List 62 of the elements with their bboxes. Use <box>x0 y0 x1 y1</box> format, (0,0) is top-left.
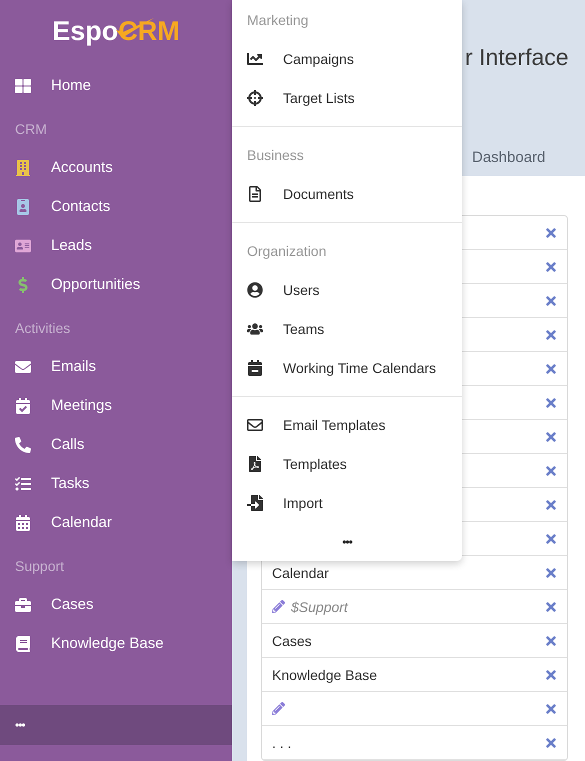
row-label: Knowledge Base <box>272 666 378 682</box>
menu-item[interactable]: Email Templates <box>232 405 462 444</box>
sidebar-item[interactable]: Contacts <box>0 187 232 226</box>
remove-button[interactable] <box>544 328 558 342</box>
menu-section-header: Business <box>246 146 305 164</box>
sidebar-item[interactable]: Leads <box>0 226 232 265</box>
menu-item[interactable]: Documents <box>232 174 462 213</box>
more-button[interactable]: ••• <box>15 718 25 732</box>
sidebar-item[interactable]: Calendar <box>0 503 232 542</box>
sidebar-item[interactable]: Knowledge Base <box>0 624 232 663</box>
menu-item[interactable]: Target Lists <box>232 78 462 117</box>
users-icon <box>247 320 263 336</box>
sidebar-section-header: Support <box>14 556 66 576</box>
menu-item[interactable]: Import <box>232 483 462 522</box>
remove-button[interactable] <box>544 260 558 274</box>
document-icon <box>247 186 263 202</box>
remove-button[interactable] <box>544 294 558 308</box>
crosshair-icon <box>247 90 263 106</box>
sidebar-item[interactable]: Meetings <box>0 386 232 425</box>
remove-button[interactable] <box>544 634 558 648</box>
pencil-icon[interactable] <box>272 702 285 715</box>
more-button[interactable]: ••• <box>232 522 462 561</box>
menu-item[interactable]: Working Time Calendars <box>232 348 462 387</box>
menu-item[interactable]: Users <box>232 270 462 309</box>
menu-item[interactable]: Templates <box>232 444 462 483</box>
remove-button[interactable] <box>544 396 558 410</box>
row-label: . . . <box>272 734 292 750</box>
sidebar-item[interactable]: Home <box>0 66 232 105</box>
menu-item[interactable]: Teams <box>232 309 462 348</box>
remove-button[interactable] <box>544 362 558 376</box>
pencil-icon[interactable] <box>272 600 285 613</box>
remove-button[interactable] <box>544 668 558 682</box>
row-label: $Support <box>291 598 348 614</box>
sidebar-item[interactable]: Emails <box>0 347 232 386</box>
remove-button[interactable] <box>544 464 558 478</box>
pdf-file-icon <box>247 456 263 472</box>
menu-item[interactable]: Campaigns <box>232 39 462 78</box>
menu-section-header: Organization <box>246 242 328 261</box>
envelope-icon <box>247 416 263 432</box>
calendar-icon <box>247 360 263 376</box>
sidebar-item[interactable]: Calls <box>0 425 232 464</box>
remove-button[interactable] <box>544 430 558 444</box>
sidebar-item[interactable]: Cases <box>0 585 232 624</box>
sidebar-item[interactable]: Accounts <box>0 148 232 187</box>
menu-section-header: Marketing <box>246 10 310 30</box>
remove-button[interactable] <box>544 566 558 580</box>
row-label: Calendar <box>272 564 329 580</box>
sidebar-section-header: CRM <box>14 120 48 138</box>
sidebar-item[interactable]: Tasks <box>0 464 232 503</box>
remove-button[interactable] <box>544 600 558 614</box>
remove-button[interactable] <box>544 498 558 512</box>
chart-icon <box>247 50 263 66</box>
remove-button[interactable] <box>544 532 558 546</box>
row-label: Cases <box>272 632 312 648</box>
sidebar-section-header: Activities <box>14 318 72 338</box>
page-title: r Interface <box>465 43 570 72</box>
sidebar-item[interactable]: Opportunities <box>0 265 232 304</box>
import-icon <box>247 494 263 510</box>
remove-button[interactable] <box>544 226 558 240</box>
remove-button[interactable] <box>544 736 558 750</box>
dashboard-tab[interactable]: Dashboard <box>472 148 585 168</box>
remove-button[interactable] <box>544 702 558 716</box>
